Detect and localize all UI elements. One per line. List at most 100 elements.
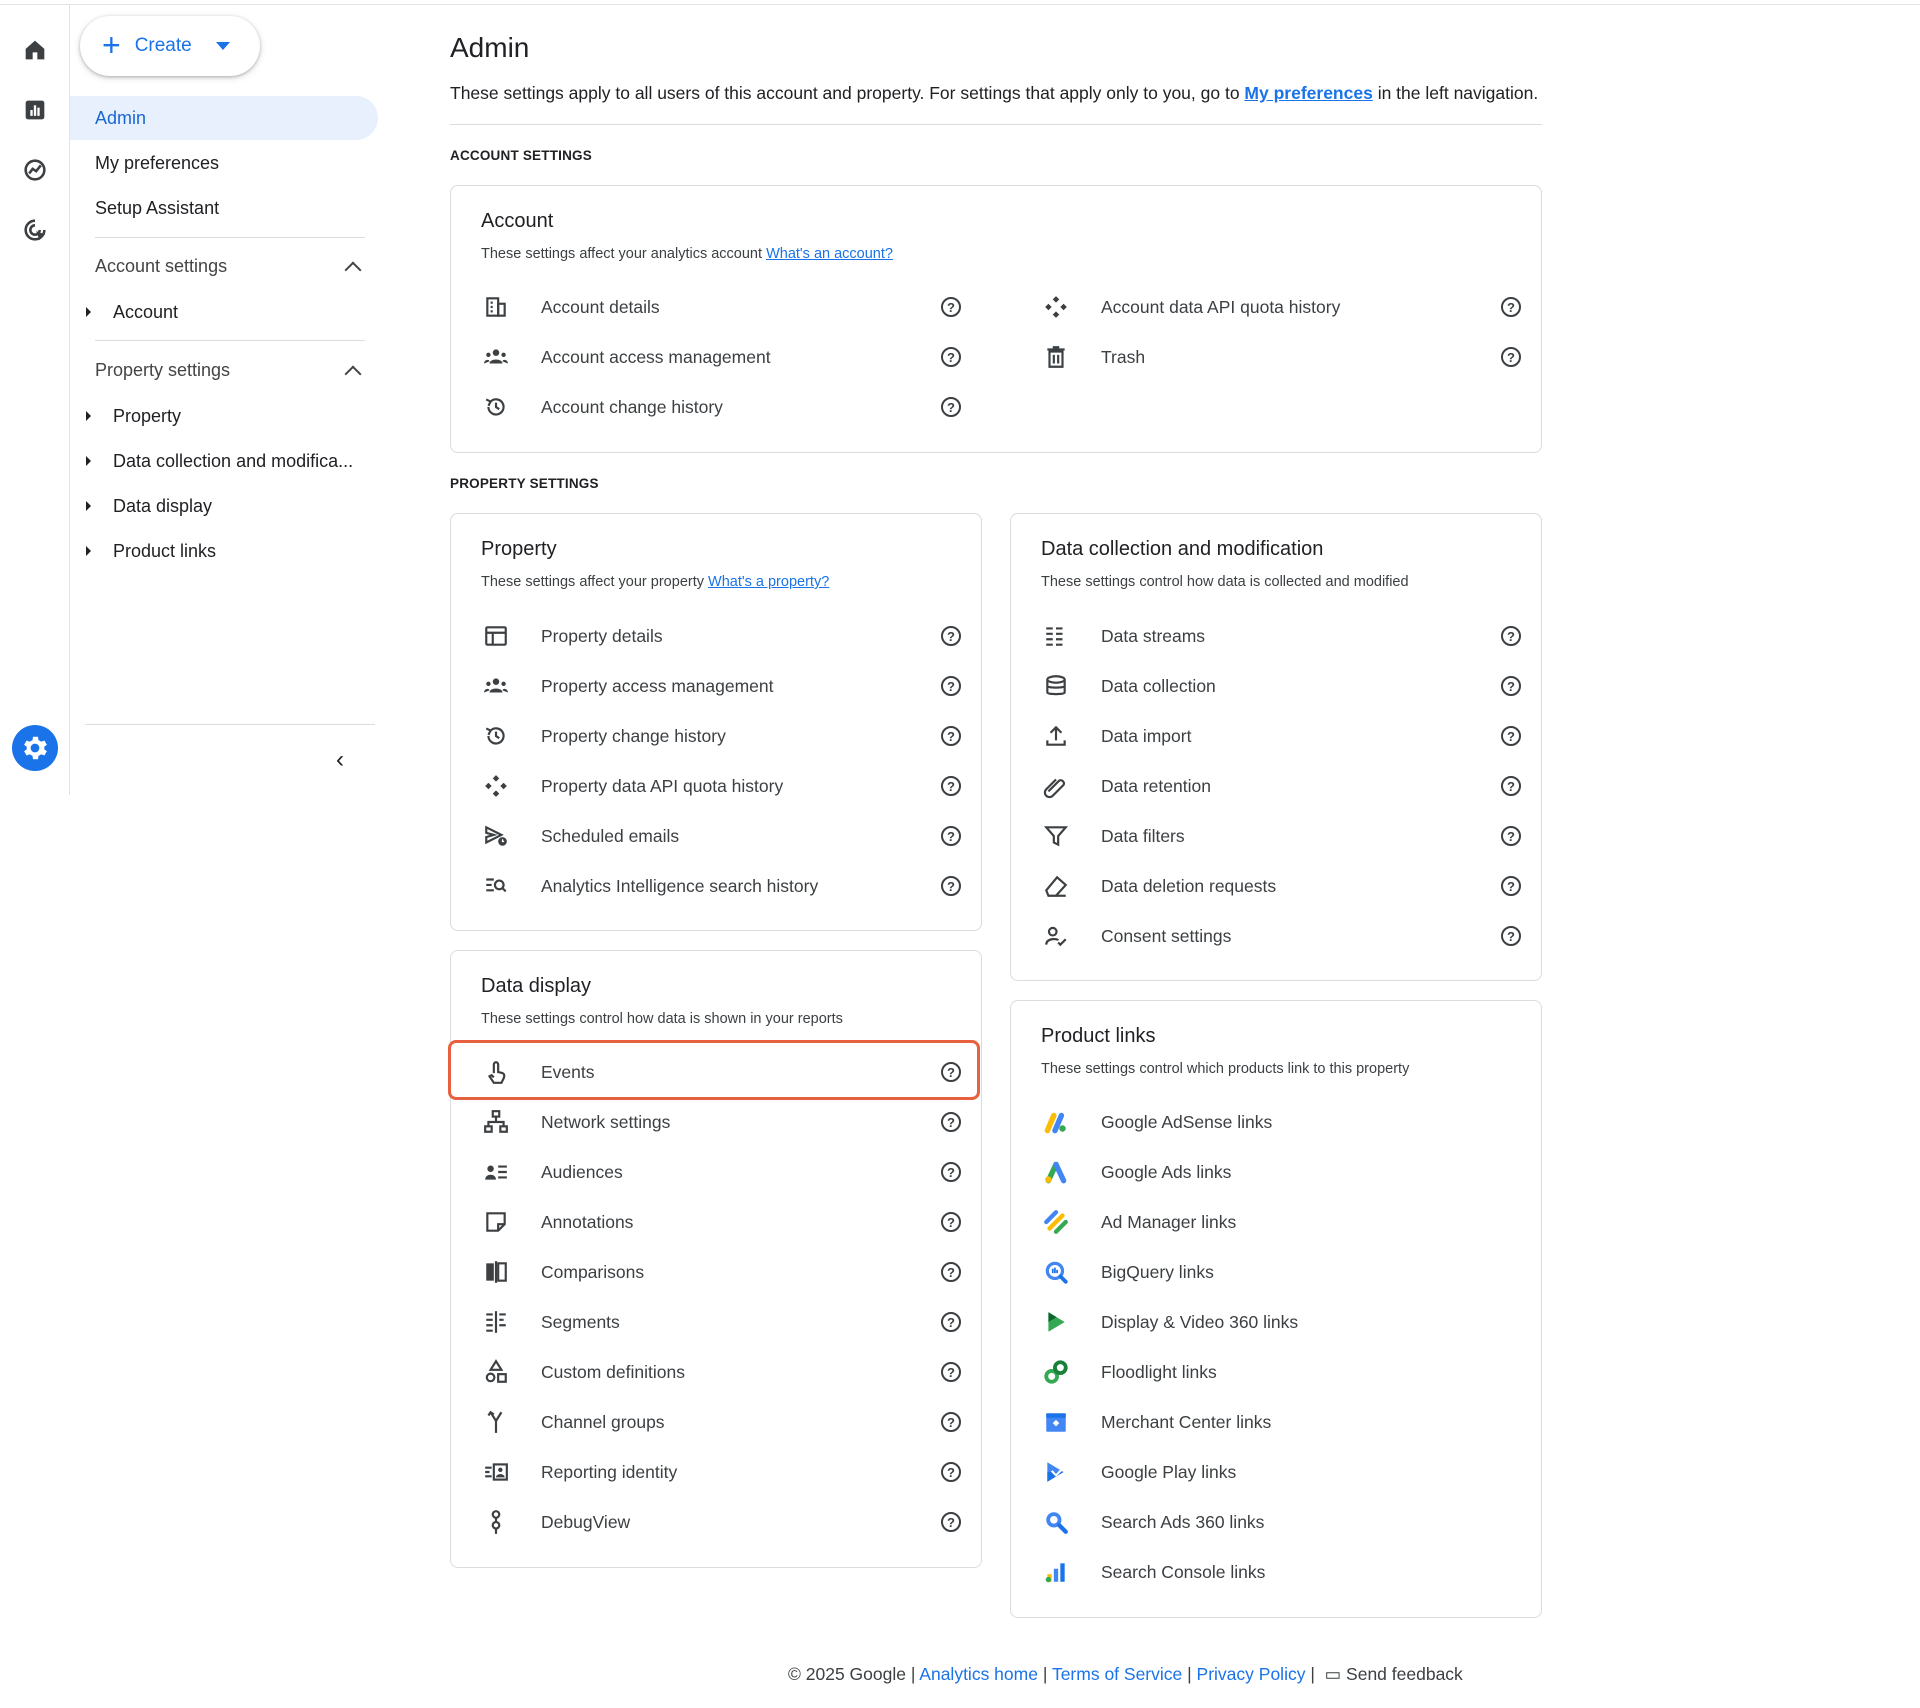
people-icon <box>481 342 511 372</box>
database-icon <box>1041 671 1071 701</box>
whats-a-property-link[interactable]: What's a property? <box>708 574 829 590</box>
help-icon[interactable]: ? <box>941 726 961 746</box>
my-preferences-link[interactable]: My preferences <box>1244 83 1372 103</box>
help-icon[interactable]: ? <box>1501 347 1521 367</box>
help-icon[interactable]: ? <box>1501 726 1521 746</box>
settings-row[interactable]: Analytics Intelligence search history? <box>481 861 961 911</box>
settings-row[interactable]: Data retention? <box>1041 761 1521 811</box>
settings-row[interactable]: Property access management? <box>481 661 961 711</box>
gear-icon[interactable] <box>12 725 58 771</box>
help-icon[interactable]: ? <box>941 1362 961 1382</box>
card-subtitle: These settings control how data is shown… <box>481 1011 843 1027</box>
settings-row[interactable]: Display & Video 360 links <box>1041 1297 1521 1347</box>
help-icon[interactable]: ? <box>941 1312 961 1332</box>
collapse-nav-icon[interactable]: ‹ <box>336 746 344 774</box>
settings-row[interactable]: DebugView? <box>481 1497 961 1547</box>
settings-row[interactable]: Floodlight links <box>1041 1347 1521 1397</box>
settings-row[interactable]: BigQuery links <box>1041 1247 1521 1297</box>
help-icon[interactable]: ? <box>941 826 961 846</box>
settings-row[interactable]: Data collection? <box>1041 661 1521 711</box>
help-icon[interactable]: ? <box>941 1412 961 1432</box>
reports-icon[interactable] <box>18 93 52 127</box>
settings-row[interactable]: Audiences? <box>481 1147 961 1197</box>
privacy-policy-link[interactable]: Privacy Policy <box>1197 1664 1306 1684</box>
help-icon[interactable]: ? <box>1501 776 1521 796</box>
settings-row[interactable]: Data filters? <box>1041 811 1521 861</box>
help-icon[interactable]: ? <box>1501 297 1521 317</box>
help-icon[interactable]: ? <box>1501 626 1521 646</box>
settings-row[interactable]: Account details? <box>481 282 961 332</box>
help-icon[interactable]: ? <box>941 297 961 317</box>
settings-row[interactable]: Custom definitions? <box>481 1347 961 1397</box>
terms-of-service-link[interactable]: Terms of Service <box>1052 1664 1182 1684</box>
settings-row[interactable]: Reporting identity? <box>481 1447 961 1497</box>
help-icon[interactable]: ? <box>941 1212 961 1232</box>
settings-row[interactable]: Channel groups? <box>481 1397 961 1447</box>
advertising-icon[interactable] <box>18 213 52 247</box>
nav-sub-product-links[interactable]: Product links <box>70 531 370 571</box>
settings-row[interactable]: Account change history? <box>481 382 961 432</box>
whats-an-account-link[interactable]: What's an account? <box>766 246 893 262</box>
settings-row[interactable]: Network settings? <box>481 1097 961 1147</box>
settings-row[interactable]: Scheduled emails? <box>481 811 961 861</box>
nav-sub-data-collection[interactable]: Data collection and modifica... <box>70 441 370 481</box>
help-icon[interactable]: ? <box>1501 676 1521 696</box>
analytics-home-link[interactable]: Analytics home <box>919 1664 1038 1684</box>
settings-row[interactable]: Property details? <box>481 611 961 661</box>
help-icon[interactable]: ? <box>941 347 961 367</box>
help-icon[interactable]: ? <box>1501 876 1521 896</box>
settings-row[interactable]: Segments? <box>481 1297 961 1347</box>
settings-row[interactable]: Google Ads links <box>1041 1147 1521 1197</box>
help-icon[interactable]: ? <box>941 1262 961 1282</box>
nav-section-account-settings[interactable]: Account settings <box>95 256 365 278</box>
help-icon[interactable]: ? <box>941 397 961 417</box>
help-icon[interactable]: ? <box>941 876 961 896</box>
footer-separator: | <box>1187 1664 1192 1684</box>
settings-row[interactable]: Property data API quota history? <box>481 761 961 811</box>
help-icon[interactable]: ? <box>941 1512 961 1532</box>
explore-icon[interactable] <box>18 153 52 187</box>
settings-row-label: Comparisons <box>541 1261 645 1282</box>
settings-row-label: Search Ads 360 links <box>1101 1511 1265 1532</box>
help-icon[interactable]: ? <box>1501 926 1521 946</box>
settings-row[interactable]: Google AdSense links <box>1041 1097 1521 1147</box>
settings-row-label: Custom definitions <box>541 1361 685 1382</box>
nav-section-property-settings[interactable]: Property settings <box>95 360 365 382</box>
settings-row[interactable]: Consent settings? <box>1041 911 1521 961</box>
nav-item-setup-assistant[interactable]: Setup Assistant <box>70 186 378 230</box>
help-icon[interactable]: ? <box>941 1112 961 1132</box>
card-subtitle: These settings affect your property What… <box>481 574 829 590</box>
settings-row[interactable]: Data deletion requests? <box>1041 861 1521 911</box>
nav-sub-account[interactable]: Account <box>70 292 370 332</box>
settings-row[interactable]: Comparisons? <box>481 1247 961 1297</box>
settings-row[interactable]: Merchant Center links <box>1041 1397 1521 1447</box>
home-icon[interactable] <box>18 33 52 67</box>
settings-row[interactable]: Search Ads 360 links <box>1041 1497 1521 1547</box>
settings-row[interactable]: Trash? <box>1041 332 1521 382</box>
settings-row[interactable]: Data streams? <box>1041 611 1521 661</box>
help-icon[interactable]: ? <box>941 1162 961 1182</box>
settings-row[interactable]: Google Play links <box>1041 1447 1521 1497</box>
nav-item-my-preferences[interactable]: My preferences <box>70 141 378 185</box>
help-icon[interactable]: ? <box>941 676 961 696</box>
building-icon <box>481 292 511 322</box>
settings-row[interactable]: Ad Manager links <box>1041 1197 1521 1247</box>
nav-sub-property[interactable]: Property <box>70 396 370 436</box>
create-label: Create <box>134 35 192 56</box>
help-icon[interactable]: ? <box>941 1462 961 1482</box>
settings-row[interactable]: Data import? <box>1041 711 1521 761</box>
settings-row[interactable]: Property change history? <box>481 711 961 761</box>
help-icon[interactable]: ? <box>941 626 961 646</box>
help-icon[interactable]: ? <box>941 776 961 796</box>
data-collection-card: Data collection and modification These s… <box>1010 513 1542 981</box>
settings-row[interactable]: Account data API quota history? <box>1041 282 1521 332</box>
settings-row[interactable]: Annotations? <box>481 1197 961 1247</box>
nav-item-admin[interactable]: Admin <box>70 96 378 140</box>
settings-row[interactable]: Search Console links <box>1041 1547 1521 1597</box>
nav-sub-data-display[interactable]: Data display <box>70 486 370 526</box>
create-button[interactable]: + Create <box>80 16 260 76</box>
settings-row-label: Ad Manager links <box>1101 1211 1237 1232</box>
settings-row[interactable]: Account access management? <box>481 332 961 382</box>
send-feedback-button[interactable]: Send feedback <box>1346 1664 1463 1684</box>
help-icon[interactable]: ? <box>1501 826 1521 846</box>
